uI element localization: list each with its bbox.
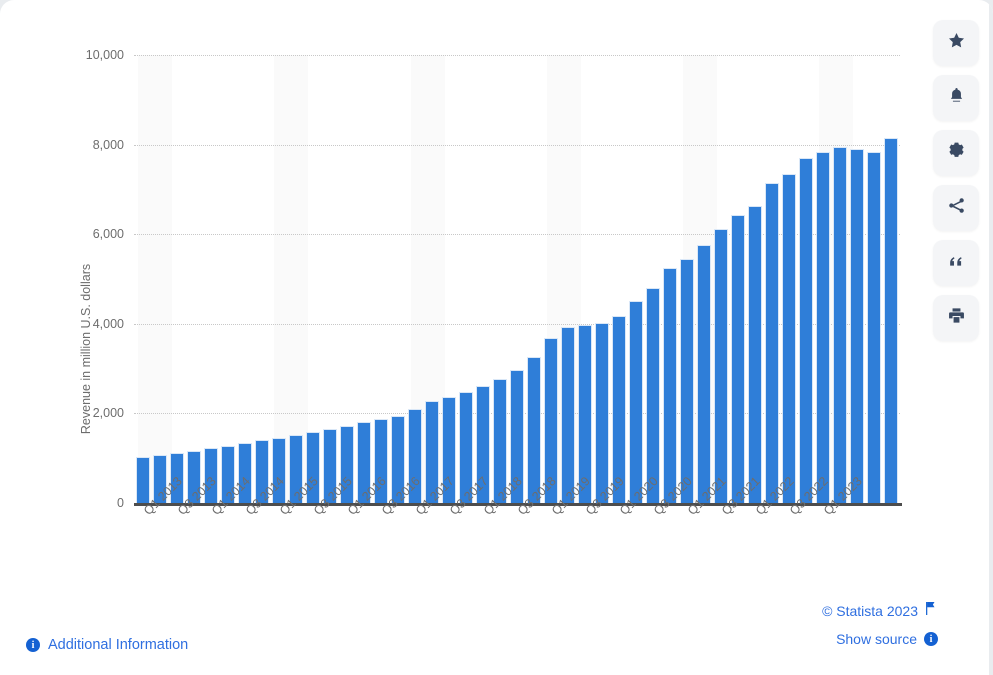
chart-container: 0 2,000 4,000 6,000 8,000 10,000 Revenue in m… xyxy=(0,0,993,590)
show-source-row[interactable]: Show source i xyxy=(822,631,938,647)
bar[interactable] xyxy=(799,158,814,503)
bar[interactable] xyxy=(561,327,576,503)
flag-icon[interactable] xyxy=(925,601,938,621)
y-axis-title-holder: Revenue in million U.S. dollars xyxy=(56,110,93,434)
citation-quote-icon xyxy=(947,252,965,275)
bar[interactable] xyxy=(765,182,780,503)
bar[interactable] xyxy=(731,214,746,503)
citation-quote-button[interactable] xyxy=(933,240,979,286)
footer-right-group: © Statista 2023 Show source i xyxy=(822,601,938,657)
copyright-label: © Statista 2023 xyxy=(822,603,918,619)
chart-footer: i Additional Information © Statista 2023… xyxy=(0,589,993,675)
page-right-edge xyxy=(989,0,993,675)
bar[interactable] xyxy=(816,151,831,503)
print-icon xyxy=(947,306,966,330)
bar[interactable] xyxy=(527,356,542,503)
copyright-row[interactable]: © Statista 2023 xyxy=(822,601,938,621)
year-background-band xyxy=(138,55,173,503)
grid-line xyxy=(134,144,900,146)
action-toolbar xyxy=(933,20,979,341)
source-info-icon: i xyxy=(924,632,938,646)
settings-gear-icon xyxy=(947,141,966,165)
bar[interactable] xyxy=(135,456,150,503)
bar[interactable] xyxy=(884,137,899,503)
bar[interactable] xyxy=(646,287,661,503)
grid-line xyxy=(134,55,900,56)
bar[interactable] xyxy=(595,323,610,503)
print-button[interactable] xyxy=(933,295,979,341)
notification-bell-button[interactable] xyxy=(933,75,979,121)
bar[interactable] xyxy=(629,300,644,503)
favorite-star-icon xyxy=(947,31,966,55)
notification-bell-icon xyxy=(947,86,966,110)
bar[interactable] xyxy=(867,151,882,503)
y-axis-title: Revenue in million U.S. dollars xyxy=(79,263,93,435)
bar[interactable] xyxy=(697,244,712,503)
y-axis-tick-label: 10,000 xyxy=(85,48,124,62)
additional-information-link[interactable]: i Additional Information xyxy=(26,637,188,653)
x-axis-tick-labels: Q1 2013 Q3 2013 Q1 2014 Q3 2014 Q1 2015 Q3 20… xyxy=(134,474,924,588)
plot-area xyxy=(134,55,900,503)
info-icon: i xyxy=(26,638,40,652)
additional-information-label: Additional Information xyxy=(48,637,189,653)
bar[interactable] xyxy=(748,206,763,503)
bar[interactable] xyxy=(663,268,678,503)
favorite-star-button[interactable] xyxy=(933,20,979,66)
show-source-label: Show source xyxy=(836,631,917,647)
y-axis-tick-label: 8,000 xyxy=(92,137,124,152)
bar[interactable] xyxy=(850,149,865,503)
bar[interactable] xyxy=(714,229,729,503)
bar[interactable] xyxy=(833,147,848,503)
bar[interactable] xyxy=(782,174,797,503)
share-button[interactable] xyxy=(933,185,979,231)
settings-gear-button[interactable] xyxy=(933,130,979,176)
chart-page: 0 2,000 4,000 6,000 8,000 10,000 Revenue in m… xyxy=(0,0,993,675)
share-icon xyxy=(947,196,966,220)
bar[interactable] xyxy=(680,259,695,503)
